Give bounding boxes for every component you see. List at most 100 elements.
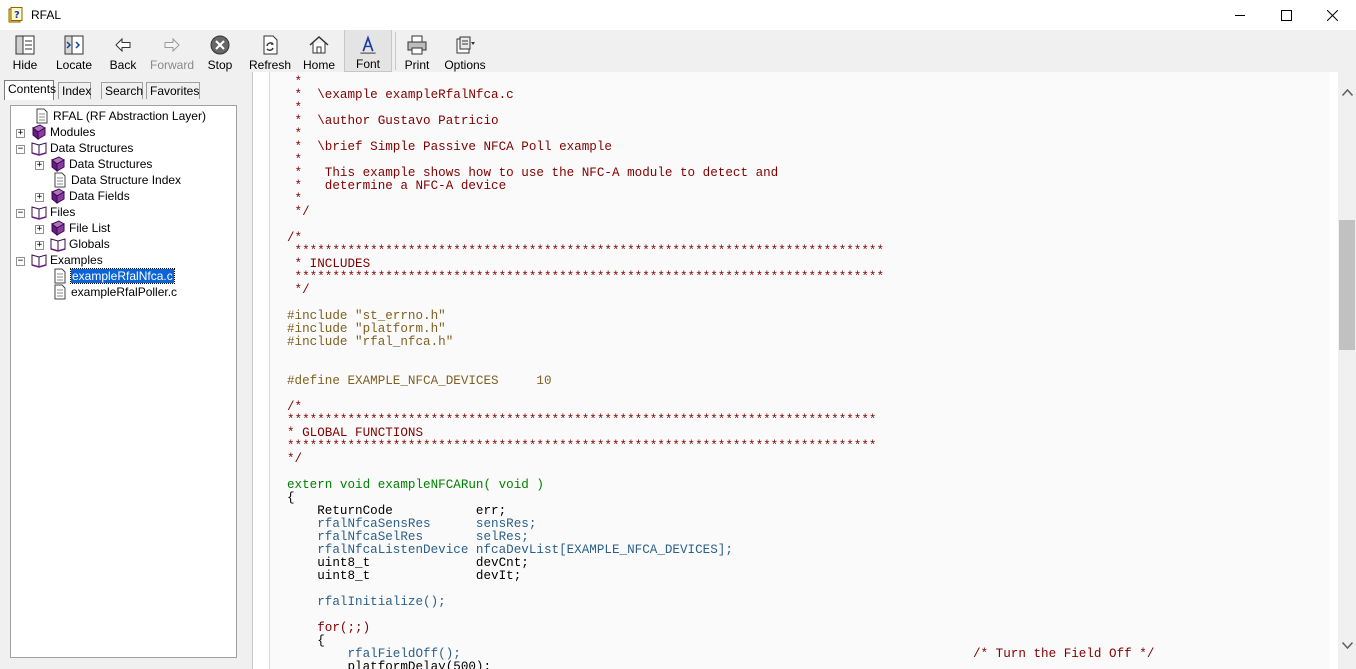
tree-item-data-fields[interactable]: Data Fields	[50, 188, 130, 204]
collapse-toggle[interactable]: −	[16, 257, 25, 266]
scroll-up-button[interactable]	[1338, 84, 1356, 101]
collapse-toggle[interactable]: −	[16, 145, 25, 154]
tab-search-label: Search	[105, 84, 144, 98]
book-open-icon	[31, 142, 47, 156]
minimize-icon	[1235, 15, 1245, 16]
code-line: * \example exampleRfalNfca.c	[287, 88, 514, 102]
code-listing: * * \example exampleRfalNfca.c * * \auth…	[269, 72, 1330, 669]
refresh-button[interactable]: Refresh	[248, 30, 292, 72]
expand-toggle[interactable]: +	[35, 241, 44, 250]
tree-item-example-rfal-poller[interactable]: exampleRfalPoller.c	[52, 284, 177, 300]
chevron-up-icon	[1341, 89, 1353, 96]
tree-item-label: Files	[50, 205, 76, 219]
code-line: uint8_t devIt;	[287, 569, 522, 583]
code-line: ****************************************…	[287, 439, 877, 453]
contents-tree[interactable]: RFAL (RF Abstraction Layer) + Modules − …	[10, 105, 237, 658]
back-button-label: Back	[109, 58, 137, 72]
tab-index[interactable]: Index	[58, 82, 91, 99]
locate-button-label: Locate	[55, 58, 93, 72]
tab-contents-label: Contents	[8, 82, 57, 96]
tree-item-label: Data Structure Index	[71, 173, 182, 187]
tree-item-rfal[interactable]: RFAL (RF Abstraction Layer)	[34, 108, 206, 124]
chevron-down-icon	[1341, 642, 1353, 649]
back-arrow-icon	[115, 37, 131, 53]
code-line: */	[287, 452, 303, 466]
home-button[interactable]: Home	[300, 30, 338, 72]
tree-item-examples[interactable]: Examples	[31, 252, 103, 268]
tree-item-label: Data Structures	[69, 157, 153, 171]
code-line: * determine a NFC-A device	[287, 179, 507, 193]
maximize-icon	[1280, 9, 1292, 21]
navigation-pane: Contents Index Search Favorites RFAL (RF…	[0, 72, 248, 669]
hide-button[interactable]: Hide	[6, 30, 44, 72]
page-icon	[54, 284, 66, 300]
topic-content: * * \example exampleRfalNfca.c * * \auth…	[253, 72, 1338, 669]
tree-item-data-structure-index[interactable]: Data Structure Index	[52, 172, 181, 188]
code-line: rfalInitialize();	[287, 595, 446, 609]
tree-item-globals[interactable]: Globals	[50, 236, 110, 252]
maximize-button[interactable]	[1263, 0, 1309, 30]
tree-item-modules[interactable]: Modules	[31, 124, 95, 140]
toolbar-separator	[395, 32, 396, 70]
locate-icon	[64, 35, 84, 55]
tree-item-label: File List	[69, 221, 111, 235]
font-icon	[360, 35, 376, 54]
tree-item-label: Data Fields	[69, 189, 130, 203]
code-line: * \brief Simple Passive NFCA Poll exampl…	[287, 140, 612, 154]
tab-contents[interactable]: Contents	[4, 80, 57, 100]
scroll-thumb[interactable]	[1339, 220, 1355, 350]
tab-favorites[interactable]: Favorites	[146, 82, 200, 99]
expand-toggle[interactable]: +	[35, 161, 44, 170]
tab-search[interactable]: Search	[101, 82, 143, 99]
toolbar: Hide Locate Back Forward Stop Refresh Ho…	[0, 30, 1356, 73]
help-book-icon: ?	[8, 7, 23, 23]
refresh-icon	[263, 35, 278, 55]
font-button-label: Font	[355, 57, 380, 71]
book-closed-icon	[51, 188, 65, 204]
tree-item-data-structures[interactable]: Data Structures	[31, 140, 133, 156]
stop-button[interactable]: Stop	[203, 30, 237, 72]
tree-item-example-rfal-nfca[interactable]: exampleRfalNfca.c	[52, 268, 175, 284]
page-icon	[54, 172, 66, 188]
book-open-icon	[31, 206, 47, 220]
expand-toggle[interactable]: +	[16, 129, 25, 138]
code-line: #include "rfal_nfca.h"	[287, 335, 454, 349]
stop-icon	[210, 35, 230, 55]
tree-item-file-list[interactable]: File List	[50, 220, 110, 236]
code-comment: /* Turn the Field Off */	[973, 647, 1155, 661]
book-closed-icon	[51, 156, 65, 172]
code-line: extern void exampleNFCARun( void )	[287, 478, 544, 492]
book-open-icon	[31, 254, 47, 268]
back-button[interactable]: Back	[103, 30, 143, 72]
options-button-label: Options	[444, 58, 486, 72]
expand-toggle[interactable]: +	[35, 193, 44, 202]
code-line: */	[287, 283, 310, 297]
hide-icon	[15, 35, 35, 55]
minimize-button[interactable]	[1217, 0, 1263, 30]
collapse-toggle[interactable]: −	[16, 209, 25, 218]
close-button[interactable]	[1309, 0, 1355, 30]
print-icon	[407, 35, 427, 55]
tree-item-label: exampleRfalPoller.c	[71, 285, 178, 299]
book-closed-icon	[32, 124, 46, 140]
code-line: */	[287, 205, 310, 219]
tree-item-label: Examples	[50, 253, 103, 267]
font-button[interactable]: Font	[344, 30, 392, 72]
vertical-scrollbar[interactable]	[1338, 72, 1356, 669]
tree-item-files[interactable]: Files	[31, 204, 75, 220]
forward-button[interactable]: Forward	[149, 30, 195, 72]
print-button[interactable]: Print	[401, 30, 433, 72]
forward-arrow-icon	[164, 37, 180, 53]
tab-index-label: Index	[62, 84, 92, 98]
options-button[interactable]: Options	[443, 30, 487, 72]
window-title: RFAL	[31, 8, 62, 22]
expand-toggle[interactable]: +	[35, 225, 44, 234]
tab-favorites-label: Favorites	[150, 84, 200, 98]
tree-item-label: Modules	[50, 125, 96, 139]
print-button-label: Print	[404, 58, 430, 72]
locate-button[interactable]: Locate	[53, 30, 95, 72]
refresh-button-label: Refresh	[248, 58, 292, 72]
scroll-down-button[interactable]	[1338, 637, 1356, 654]
page-icon	[36, 108, 48, 124]
tree-item-data-structures-sub[interactable]: Data Structures	[50, 156, 152, 172]
